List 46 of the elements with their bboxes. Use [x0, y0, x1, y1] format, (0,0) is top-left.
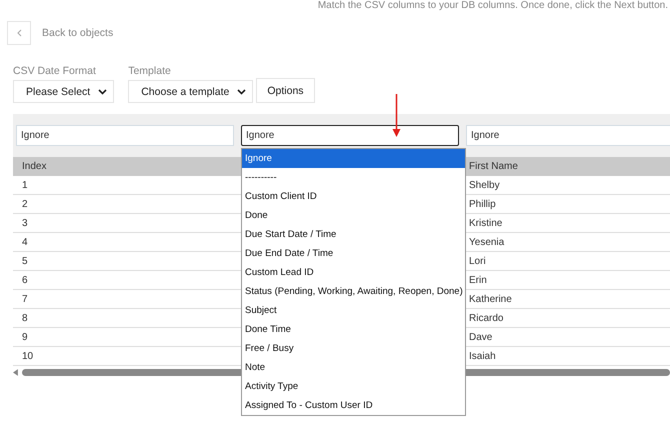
dropdown-option[interactable]: Done: [242, 206, 465, 225]
template-select[interactable]: Choose a template: [128, 80, 254, 103]
template-label: Template: [128, 65, 172, 77]
date-format-select[interactable]: Please Select: [13, 80, 114, 103]
column-header: Index: [21, 160, 48, 174]
dropdown-option[interactable]: Custom Client ID: [242, 187, 465, 206]
table-cell-text: 8: [21, 312, 29, 326]
table-cell-text: Yesenia: [468, 236, 506, 250]
table-cell-text: Lori: [468, 254, 487, 268]
column-header: First Name: [468, 160, 519, 174]
table-cell-text: Isaiah: [468, 350, 497, 364]
options-button[interactable]: Options: [256, 78, 315, 103]
table-cell-text: 7: [21, 292, 29, 306]
dropdown-option[interactable]: Due Start Date / Time: [242, 225, 465, 244]
back-link[interactable]: Back to objects: [42, 27, 114, 39]
table-cell-text: 10: [21, 350, 34, 364]
column-mapping-select[interactable]: Ignore: [466, 125, 670, 146]
table-cell-text: Shelby: [468, 178, 501, 192]
dropdown-option[interactable]: Ignore: [242, 149, 465, 168]
instruction-text: Match the CSV columns to your DB columns. Once done, click the Next button.: [318, 0, 668, 12]
table-cell-text: Phillip: [468, 198, 497, 212]
table-cell-text: 1: [21, 178, 29, 192]
dropdown-option[interactable]: Assigned To - Custom User ID: [242, 396, 465, 415]
table-cell-text: Ricardo: [468, 312, 504, 326]
dropdown-option[interactable]: Subject: [242, 301, 465, 320]
table-cell-text: Kristine: [468, 216, 504, 230]
dropdown-option[interactable]: Custom Lead ID: [242, 263, 465, 282]
date-format-label: CSV Date Format: [13, 65, 97, 77]
table-cell-text: Katherine: [468, 292, 513, 306]
table-cell-text: 2: [21, 198, 29, 212]
dropdown-option[interactable]: Due End Date / Time: [242, 244, 465, 263]
table-cell-text: 5: [21, 254, 29, 268]
column-mapping-select[interactable]: Ignore: [241, 125, 459, 146]
dropdown-option[interactable]: Free / Busy: [242, 339, 465, 358]
column-mapping-select[interactable]: Ignore: [16, 125, 234, 146]
table-cell-text: 3: [21, 216, 29, 230]
table-cell-text: Erin: [468, 274, 488, 288]
dropdown-option[interactable]: ----------: [242, 168, 465, 187]
dropdown-option[interactable]: Activity Type: [242, 377, 465, 396]
dropdown-option[interactable]: Note: [242, 358, 465, 377]
dropdown-option[interactable]: Done Time: [242, 320, 465, 339]
table-cell-text: 6: [21, 274, 29, 288]
table-cell-text: 9: [21, 330, 29, 344]
table-cell-text: 4: [21, 236, 29, 250]
table-cell-text: Dave: [468, 330, 494, 344]
dropdown-option[interactable]: Status (Pending, Working, Awaiting, Reopen, Done): [242, 282, 465, 301]
